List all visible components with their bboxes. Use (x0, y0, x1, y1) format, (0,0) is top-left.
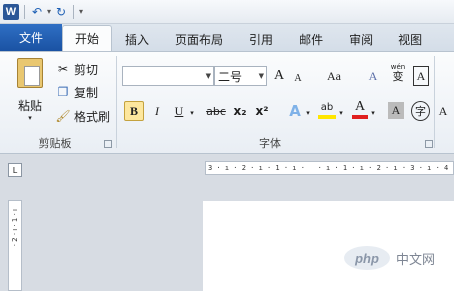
subscript-button[interactable]: x₂ (232, 101, 248, 121)
horizontal-ruler[interactable]: 3 · ı · 2 · ı · 1 · ı · · ı · 1 · ı · 2 … (205, 161, 454, 175)
vertical-ruler-marks: · 2 · ı · 1 · ı (11, 209, 19, 247)
bold-button[interactable]: B (124, 101, 144, 121)
character-shading-button[interactable]: A (388, 102, 404, 119)
phonetic-guide-button[interactable]: wén 变 (388, 62, 408, 82)
enclose-characters-button[interactable]: 字 (411, 101, 430, 121)
tab-insert[interactable]: 插入 (112, 27, 162, 51)
highlight-button[interactable]: ab (318, 99, 336, 119)
clear-formatting-button[interactable]: A (365, 66, 381, 86)
copy-icon: ❐ (57, 85, 69, 99)
vertical-ruler[interactable]: · 2 · ı · 1 · ı (8, 200, 22, 291)
undo-icon[interactable]: ↶ (30, 5, 44, 19)
more-font-button[interactable]: A (436, 101, 450, 121)
character-border-button[interactable]: A (413, 66, 429, 86)
watermark: php 中文网 (344, 246, 435, 270)
chevron-down-icon[interactable]: ▾ (47, 7, 51, 16)
clipboard-icon (17, 58, 43, 88)
cut-button[interactable]: ✂ 剪切 (56, 60, 98, 78)
paintbrush-icon: 🖌 (55, 109, 71, 123)
php-logo: php (344, 246, 390, 270)
tab-home[interactable]: 开始 (62, 25, 113, 51)
font-size-value: 二号 (218, 69, 243, 84)
chevron-down-icon[interactable]: ▾ (28, 114, 32, 122)
tab-file[interactable]: 文件 (0, 24, 62, 51)
font-size-field[interactable]: 二号 ▼ (214, 66, 267, 86)
ribbon: 粘贴 ▾ ✂ 剪切 ❐ 复制 🖌 格式刷 剪贴板 ▼ 二号 ▼ A A Aa A… (0, 51, 454, 154)
customize-toolbar-icon[interactable]: ▾ (79, 7, 83, 16)
tab-review[interactable]: 审阅 (336, 27, 386, 51)
scissors-icon: ✂ (57, 62, 69, 76)
font-group-label: 字体 (259, 137, 281, 150)
ribbon-tabs: 文件 开始 插入 页面布局 引用 邮件 审阅 视图 (0, 24, 454, 51)
format-painter-label: 格式刷 (74, 109, 111, 124)
group-divider (434, 56, 435, 148)
chevron-down-icon[interactable]: ▾ (188, 103, 196, 123)
paste-button[interactable]: 粘贴 ▾ (12, 58, 48, 128)
shrink-font-button[interactable]: A (291, 68, 305, 88)
font-launcher-icon[interactable] (425, 140, 433, 148)
clipboard-group-label: 剪贴板 (38, 137, 72, 150)
divider (73, 4, 75, 19)
chevron-down-icon[interactable]: ▾ (369, 103, 377, 123)
cut-label: 剪切 (74, 62, 99, 77)
watermark-text: 中文网 (396, 252, 436, 268)
redo-icon[interactable]: ↻ (54, 5, 68, 19)
strikethrough-button[interactable]: abc (204, 101, 228, 121)
font-name-field[interactable]: ▼ (122, 66, 214, 86)
italic-button[interactable]: I (150, 101, 164, 121)
tab-references[interactable]: 引用 (236, 27, 286, 51)
chevron-down-icon[interactable]: ▾ (304, 103, 312, 123)
change-case-button[interactable]: Aa (323, 66, 345, 86)
paste-label: 粘贴 (17, 99, 42, 113)
phonetic-char: 变 (392, 70, 404, 83)
quick-access-toolbar: W ↶ ▾ ↻ ▾ (0, 0, 454, 24)
tab-mailings[interactable]: 邮件 (286, 27, 336, 51)
tab-selector-icon[interactable]: L (8, 163, 22, 177)
divider (24, 4, 25, 19)
group-divider (116, 56, 117, 148)
copy-label: 复制 (74, 85, 99, 100)
text-effects-button[interactable]: A (286, 101, 304, 121)
grow-font-button[interactable]: A (271, 66, 287, 86)
chevron-down-icon[interactable]: ▼ (206, 72, 211, 80)
font-color-button[interactable]: A (352, 99, 368, 119)
tab-view[interactable]: 视图 (386, 27, 434, 51)
chevron-down-icon[interactable]: ▾ (337, 103, 345, 123)
underline-button[interactable]: U (172, 101, 186, 121)
word-app-icon[interactable]: W (3, 3, 19, 20)
superscript-button[interactable]: x² (254, 101, 270, 121)
clipboard-launcher-icon[interactable] (104, 140, 112, 148)
format-painter-button[interactable]: 🖌 格式刷 (55, 107, 111, 125)
chevron-down-icon[interactable]: ▼ (259, 72, 264, 80)
tab-page-layout[interactable]: 页面布局 (162, 27, 236, 51)
copy-button[interactable]: ❐ 复制 (56, 83, 98, 101)
